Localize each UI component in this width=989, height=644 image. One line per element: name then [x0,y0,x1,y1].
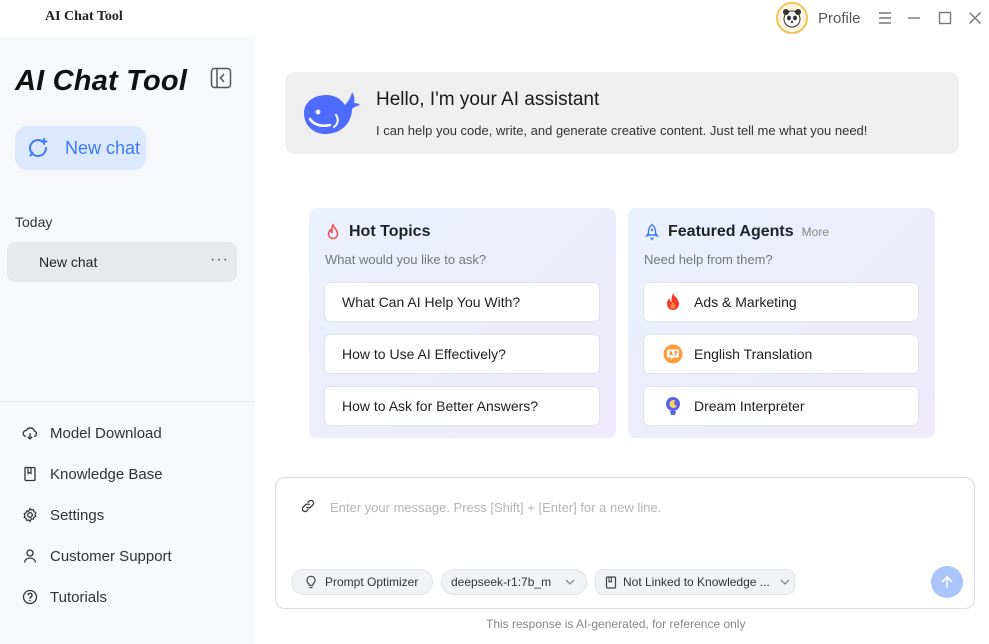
agent-english-translation-button[interactable]: English Translation [643,334,919,374]
attach-link-button[interactable] [300,498,316,519]
ai-disclaimer-text: This response is AI-generated, for refer… [486,617,746,631]
menu-button[interactable] [875,8,895,28]
model-selector-value: deepseek-r1:7b_m [451,575,552,589]
cloud-download-icon [22,427,38,440]
flame-icon [662,291,684,313]
lightbulb-icon [306,575,316,589]
collapse-sidebar-button[interactable] [210,67,232,89]
topic-label: What Can AI Help You With? [342,294,521,310]
link-icon [301,499,315,513]
whale-logo-icon [304,92,360,134]
topic-button[interactable]: What Can AI Help You With? [324,282,600,322]
hot-topics-subtitle: What would you like to ask? [325,252,487,267]
nav-label: Model Download [50,424,162,442]
book-icon [605,575,617,589]
knowledge-base-value: Not Linked to Knowledge ... [623,575,770,589]
sidebar-item-settings[interactable]: Settings [22,503,104,527]
agent-label: English Translation [694,346,813,362]
book-icon [24,466,36,482]
minimize-button[interactable] [904,8,924,28]
agent-label: Ads & Marketing [694,294,797,310]
user-icon [23,549,37,563]
sidebar-item-knowledge-base[interactable]: Knowledge Base [22,462,163,486]
minimize-icon [908,17,920,19]
nav-label: Settings [50,506,105,524]
agent-label: Dream Interpreter [694,398,805,414]
featured-agents-header: Featured Agents More [644,223,829,241]
nav-label: Customer Support [50,547,172,565]
featured-agents-more-link[interactable]: More [802,225,829,239]
new-chat-label: New chat [65,137,141,158]
nav-label: Tutorials [50,588,107,606]
sidebar-item-customer-support[interactable]: Customer Support [22,544,172,568]
welcome-card: Hello, I'm your AI assistant I can help … [285,72,959,154]
hot-topics-header: Hot Topics [325,223,430,241]
new-chat-icon [29,138,48,157]
sidebar-collapse-icon [210,67,232,89]
topic-button[interactable]: How to Ask for Better Answers? [324,386,600,426]
profile-label: Profile [818,9,861,27]
chevron-down-icon [565,579,575,585]
maximize-button[interactable] [935,8,955,28]
arrow-up-icon [941,576,953,588]
welcome-title: Hello, I'm your AI assistant [376,89,600,110]
nav-label: Knowledge Base [50,465,163,483]
hot-topics-panel: Hot Topics What would you like to ask? W… [309,208,616,438]
message-input[interactable] [330,496,950,518]
avatar [776,2,808,34]
gear-icon [23,507,37,523]
model-selector[interactable]: deepseek-r1:7b_m [441,569,587,595]
maximize-icon [938,11,952,25]
send-button[interactable] [931,566,963,598]
dream-icon [662,395,684,417]
translation-icon [662,343,684,365]
new-chat-button[interactable]: New chat [15,126,146,170]
featured-agents-subtitle: Need help from them? [644,252,773,267]
section-today: Today [15,214,53,230]
panda-avatar-icon [783,9,801,28]
agent-dream-interpreter-button[interactable]: Dream Interpreter [643,386,919,426]
topic-label: How to Ask for Better Answers? [342,398,539,414]
featured-agents-title: Featured Agents [668,223,794,240]
knowledge-base-selector[interactable]: Not Linked to Knowledge ... [595,569,795,595]
close-button[interactable] [965,8,985,28]
close-icon [969,12,981,24]
title-bar: AI Chat Tool Profile [0,0,989,37]
chat-item-label: New chat [39,254,98,270]
sidebar-item-tutorials[interactable]: Tutorials [22,585,107,609]
agent-ads-marketing-button[interactable]: Ads & Marketing [643,282,919,322]
message-composer: Prompt Optimizer deepseek-r1:7b_m Not Li… [275,477,975,609]
sidebar: AI Chat Tool New chat Today New chat ···… [0,37,255,644]
topic-label: How to Use AI Effectively? [342,346,506,362]
flame-outline-icon [327,223,339,240]
topic-button[interactable]: How to Use AI Effectively? [324,334,600,374]
hamburger-icon [879,12,891,24]
help-circle-icon [22,589,38,605]
sidebar-item-model-download[interactable]: Model Download [22,421,162,445]
window-title: AI Chat Tool [45,9,123,24]
prompt-optimizer-label: Prompt Optimizer [325,575,419,589]
chat-list-item[interactable]: New chat ··· [7,242,237,282]
prompt-optimizer-button[interactable]: Prompt Optimizer [291,569,433,595]
chevron-down-icon [780,579,790,585]
sidebar-divider [0,401,255,402]
welcome-subtitle: I can help you code, write, and generate… [376,123,868,138]
rocket-icon [645,223,659,241]
brand-title: AI Chat Tool [15,65,188,97]
hot-topics-title: Hot Topics [349,223,431,240]
profile-button[interactable]: Profile [776,2,861,34]
chat-more-button[interactable]: ··· [210,251,229,269]
featured-agents-panel: Featured Agents More Need help from them… [628,208,935,438]
